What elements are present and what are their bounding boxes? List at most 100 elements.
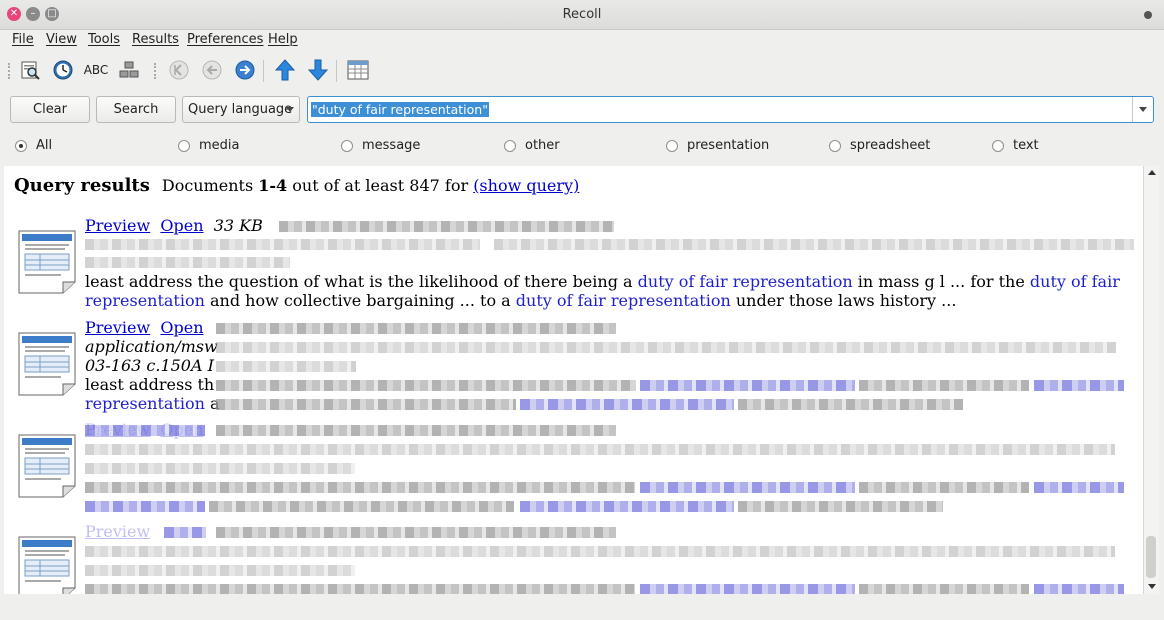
spell-check-icon[interactable]: ABC — [83, 58, 109, 82]
filter-media[interactable]: media — [178, 138, 240, 153]
spell-check-label: ABC — [83, 63, 109, 77]
sort-ascending-icon[interactable] — [272, 58, 298, 82]
result-links: Preview — [85, 522, 150, 541]
next-page-icon[interactable] — [232, 58, 258, 82]
search-query-text[interactable]: "duty of fair representation" — [311, 102, 489, 117]
preview-link[interactable]: Preview — [85, 216, 150, 235]
search-input[interactable]: "duty of fair representation" — [307, 96, 1154, 123]
menu-preferences[interactable]: Preferences — [187, 32, 263, 47]
redacted-text — [209, 501, 514, 512]
open-link[interactable]: Open — [160, 216, 203, 235]
filter-other[interactable]: other — [504, 138, 560, 153]
doc-file-icon — [18, 230, 76, 294]
menu-file[interactable]: File — [12, 32, 34, 47]
history-clock-icon[interactable] — [50, 58, 76, 82]
redacted-highlight — [640, 482, 855, 493]
sort-descending-icon[interactable] — [305, 58, 331, 82]
results-scrollbar[interactable] — [1143, 166, 1159, 594]
open-link[interactable]: Open — [160, 318, 203, 337]
radio-icon[interactable] — [178, 139, 190, 152]
redacted-highlight — [1034, 584, 1124, 594]
scroll-up-icon[interactable] — [1148, 170, 1156, 175]
results-header: Query results Documents 1-4 out of at lea… — [14, 175, 579, 196]
window-menu-icon[interactable] — [1144, 11, 1152, 19]
results-count-suffix: out of at least 847 for — [287, 176, 474, 195]
result-item: Preview Open 33 KB least address the que… — [4, 214, 1143, 314]
show-query-link[interactable]: (show query) — [473, 176, 579, 195]
results-count-prefix: Documents — [161, 176, 259, 195]
redacted-text — [216, 342, 1116, 353]
redacted-text — [85, 239, 480, 250]
results-range: 1-4 — [258, 176, 288, 195]
redacted-text — [85, 444, 1115, 455]
filter-label: media — [199, 138, 240, 153]
filter-presentation[interactable]: presentation — [666, 138, 769, 153]
toolbar-separator — [263, 60, 264, 82]
snippet-text: least address th — [85, 375, 215, 394]
toolbar-grip[interactable] — [8, 63, 12, 79]
redacted-text — [85, 584, 635, 594]
query-mode-select[interactable]: Query language — [182, 96, 300, 123]
result-snippet-2: representation and how collective bargai… — [85, 291, 956, 310]
radio-icon[interactable] — [666, 139, 678, 152]
filter-label: presentation — [687, 138, 770, 153]
snippet-highlight: duty of fair representation — [515, 291, 731, 310]
history-dropdown-button[interactable] — [1132, 97, 1153, 122]
filter-label: text — [1013, 138, 1039, 153]
doc-file-icon — [18, 434, 76, 498]
filter-message[interactable]: message — [341, 138, 420, 153]
table-view-icon[interactable] — [345, 58, 371, 82]
filter-spreadsheet[interactable]: spreadsheet — [829, 138, 930, 153]
scrollbar-thumb[interactable] — [1146, 536, 1156, 578]
menu-help[interactable]: Help — [268, 32, 298, 47]
radio-icon[interactable] — [829, 139, 841, 152]
snippet-text: in mass g l ... for the — [852, 272, 1030, 291]
menu-results[interactable]: Results — [132, 32, 179, 47]
redacted-text — [85, 546, 1115, 557]
scroll-down-icon[interactable] — [1148, 584, 1156, 589]
radio-icon[interactable] — [341, 139, 353, 152]
redacted-text — [738, 399, 963, 410]
menu-view[interactable]: View — [46, 32, 77, 47]
redacted-text — [85, 482, 635, 493]
radio-icon[interactable] — [992, 139, 1004, 152]
doc-file-icon — [18, 332, 76, 396]
snippet-highlight: representation — [85, 394, 205, 413]
preview-link[interactable]: Preview — [85, 522, 150, 541]
result-mime: application/msw — [85, 337, 218, 356]
toolbar-grip-2[interactable] — [154, 63, 158, 79]
redacted-text — [85, 565, 355, 576]
query-mode-value: Query language — [188, 102, 293, 117]
snippet-highlight: duty of fair representation — [637, 272, 853, 291]
search-preview-icon[interactable] — [17, 58, 43, 82]
redacted-text — [216, 323, 616, 334]
previous-page-icon[interactable] — [199, 58, 225, 82]
redacted-highlight — [520, 501, 734, 512]
menu-tools[interactable]: Tools — [88, 32, 120, 47]
redacted-highlight — [640, 380, 855, 391]
snippet-highlight: duty of fair — [1029, 272, 1120, 291]
results-list[interactable]: Query results Documents 1-4 out of at lea… — [4, 166, 1143, 594]
category-filters: All media message other presentation spr… — [0, 135, 1164, 155]
index-stack-icon[interactable] — [116, 58, 142, 82]
radio-icon[interactable] — [504, 139, 516, 152]
result-snippet: least address the question of what is th… — [85, 272, 1120, 291]
redacted-text — [859, 584, 1029, 594]
redacted-text — [216, 380, 636, 391]
filter-label: All — [36, 138, 53, 153]
result-ref: 03-163 c.150A I — [85, 356, 214, 375]
redacted-highlight — [85, 425, 205, 436]
chevron-down-icon — [286, 107, 294, 112]
redacted-text — [738, 501, 943, 512]
first-page-icon[interactable] — [166, 58, 192, 82]
toolbar: ABC — [0, 53, 1164, 87]
radio-checked-icon[interactable] — [15, 139, 27, 152]
filter-text[interactable]: text — [992, 138, 1039, 153]
preview-link[interactable]: Preview — [85, 318, 150, 337]
filter-all[interactable]: All — [15, 138, 52, 153]
window-title: Recoll — [562, 7, 602, 22]
redacted-text — [279, 221, 614, 232]
clear-button[interactable]: Clear — [10, 96, 90, 123]
redacted-highlight — [520, 399, 734, 410]
search-button[interactable]: Search — [96, 96, 176, 123]
